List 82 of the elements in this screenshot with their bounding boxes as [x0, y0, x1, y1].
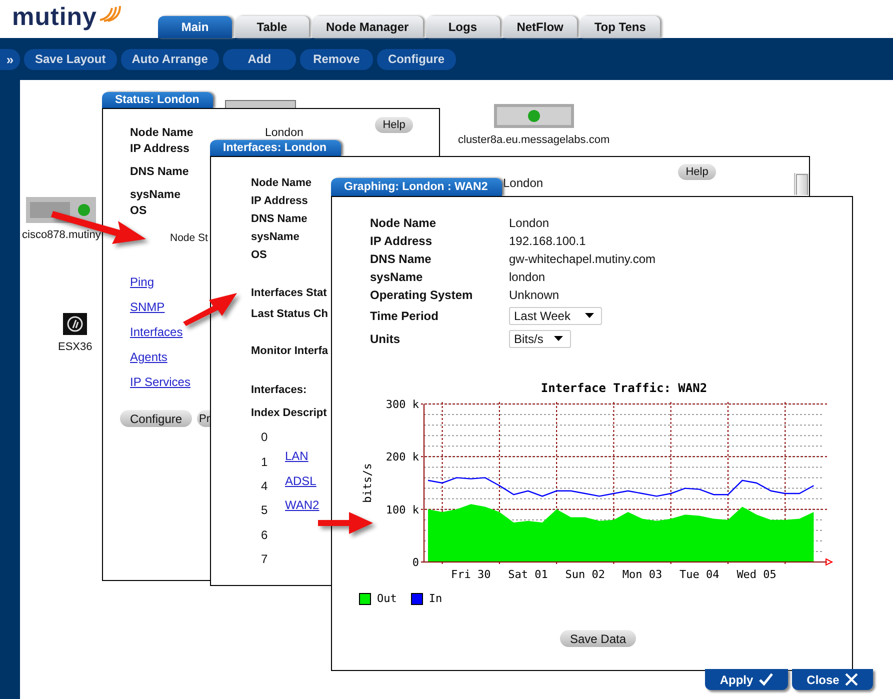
- field-value: London: [503, 176, 544, 190]
- field-value: gw-whitechapel.mutiny.com: [509, 252, 656, 266]
- field-label: Node Name: [370, 216, 436, 230]
- save-data-button[interactable]: Save Data: [560, 630, 636, 647]
- index-cell-text: 0: [261, 430, 269, 444]
- field-label: sysName: [370, 270, 423, 284]
- tick-label: 200 k: [386, 450, 419, 464]
- field-label: Last Status Ch: [251, 307, 328, 322]
- node-label[interactable]: ESX36: [58, 341, 92, 353]
- tick-label: 300 k: [386, 398, 419, 411]
- field-label: OS: [130, 204, 147, 218]
- nav-link[interactable]: Interfaces: [130, 320, 183, 345]
- time-period-dropdown[interactable]: Last Week: [509, 306, 602, 324]
- column-header: Index Descript: [251, 407, 327, 419]
- toolbar-button[interactable]: Auto Arrange: [120, 48, 219, 70]
- nav-tab[interactable]: Top Tens: [580, 16, 660, 38]
- axis-label: bits/s: [361, 463, 374, 503]
- field-label: Node Name: [130, 126, 194, 140]
- field-label: IP Address: [251, 195, 308, 207]
- field-label: Time Period: [370, 308, 438, 322]
- index-cell-text: 6: [261, 528, 269, 542]
- logo-text: mutiny: [12, 4, 97, 30]
- index-cell-text: 5: [261, 503, 269, 518]
- field-label: Node Name: [251, 177, 312, 189]
- legend-label: In: [428, 592, 442, 605]
- node-label[interactable]: cluster8a.eu.messagelabs.com: [458, 134, 610, 146]
- field-label: Monitor Interfa: [251, 345, 328, 357]
- tick-label: Wed 05: [736, 568, 776, 580]
- tick-label: Sat 01: [508, 568, 548, 580]
- dialog-button[interactable]: Apply: [705, 669, 788, 690]
- tick-label: 0: [412, 556, 419, 569]
- field-label: DNS Name: [370, 252, 432, 266]
- nav-link[interactable]: SNMP: [130, 295, 165, 320]
- field-label: OS: [251, 249, 267, 261]
- expand-button[interactable]: »: [0, 48, 20, 70]
- interface-link[interactable]: ADSL: [285, 474, 316, 488]
- nav-tab[interactable]: Node Manager: [312, 16, 423, 38]
- nav-link[interactable]: Ping: [130, 270, 154, 295]
- tick-label: 100 k: [386, 503, 419, 516]
- field-value: 192.168.100.1: [509, 234, 586, 248]
- field-value: london: [509, 270, 546, 284]
- interface-link[interactable]: WAN2: [285, 498, 320, 512]
- toolbar-button[interactable]: Save Layout: [24, 48, 117, 70]
- field-label: sysName: [251, 231, 300, 243]
- tick-label: Sun 02: [565, 568, 606, 580]
- field-value: Unknown: [509, 288, 560, 302]
- field-label: sysName: [130, 188, 181, 202]
- dialog-button[interactable]: Close: [792, 669, 873, 690]
- chart-title: Interface Traffic: WAN2: [540, 381, 708, 395]
- index-cell-text: 7: [261, 552, 269, 566]
- field-label: Units: [370, 332, 400, 346]
- index-cell-text: 1: [261, 454, 269, 469]
- action-button[interactable]: Configure: [120, 410, 192, 427]
- tick-label: Tue 04: [680, 568, 720, 580]
- tick-label: Fri 30: [450, 568, 491, 580]
- section-label: Interfaces:: [251, 384, 307, 396]
- index-cell-text: 4: [261, 478, 269, 493]
- nav-tab[interactable]: Main: [158, 16, 232, 38]
- legend-label: Out: [377, 592, 397, 605]
- help-button[interactable]: Help: [678, 164, 716, 180]
- toolbar-button[interactable]: Remove: [300, 48, 373, 70]
- field-label: DNS Name: [251, 213, 308, 225]
- interface-link[interactable]: LAN: [285, 449, 308, 464]
- toolbar-button[interactable]: Configure: [376, 48, 456, 70]
- field-label: DNS Name: [130, 166, 189, 178]
- node-label[interactable]: cisco878.mutiny: [22, 229, 101, 241]
- field-label: Interfaces Stat: [251, 286, 327, 301]
- nav-tab[interactable]: Table: [235, 16, 309, 38]
- nav-tab[interactable]: NetFlow: [502, 16, 578, 38]
- toolbar-button[interactable]: Add: [222, 48, 296, 70]
- field-label: IP Address: [370, 234, 432, 248]
- field-label: Operating System: [370, 288, 473, 302]
- nav-link[interactable]: Agents: [130, 345, 168, 370]
- tick-label: Mon 03: [622, 568, 662, 580]
- field-label: IP Address: [130, 142, 190, 156]
- nav-link[interactable]: IP Services: [130, 370, 190, 395]
- field-value: London: [509, 216, 550, 230]
- help-button[interactable]: Help: [375, 117, 413, 133]
- nav-tab[interactable]: Logs: [426, 16, 500, 38]
- node-status-text: Node St: [170, 232, 208, 244]
- units-dropdown[interactable]: Bits/s: [509, 330, 571, 348]
- field-value: London: [265, 126, 304, 140]
